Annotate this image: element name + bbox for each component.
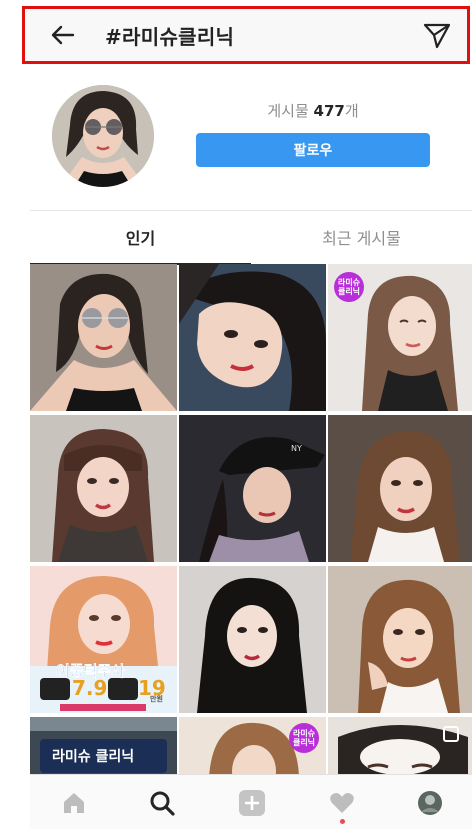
post-thumbnail[interactable] (179, 264, 326, 411)
post-thumbnail[interactable]: 라미슈 클리닉 (328, 264, 472, 411)
post-tabs: 인기 최근 게시물 (30, 210, 472, 265)
back-button[interactable] (45, 17, 81, 53)
post-thumbnail[interactable]: 라미슈 클리닉 (179, 717, 326, 774)
heart-icon (330, 793, 354, 813)
nav-new-post[interactable] (232, 783, 272, 823)
add-post-icon (239, 790, 265, 816)
clinic-badge: 라미슈 클리닉 (289, 723, 319, 753)
tab-recent[interactable]: 최근 게시물 (251, 211, 472, 263)
nav-home[interactable] (54, 783, 94, 823)
notification-dot (340, 819, 345, 824)
bottom-nav (30, 774, 472, 829)
share-button[interactable] (421, 21, 453, 51)
post-thumbnail[interactable] (328, 566, 472, 713)
clinic-logo-text: 라미슈 클리닉 (52, 749, 135, 765)
svg-text:NY: NY (291, 444, 302, 453)
nav-activity[interactable] (322, 783, 362, 823)
profile-avatar-icon (418, 791, 442, 815)
posts-label: 게시물 (267, 102, 314, 120)
nav-search[interactable] (142, 783, 182, 823)
post-thumbnail[interactable] (328, 415, 472, 562)
posts-count-text: 게시물 477개 (196, 100, 430, 121)
post-thumbnail[interactable]: 라미슈 클리닉 (30, 717, 177, 774)
hashtag-avatar (52, 85, 154, 187)
clinic-badge: 라미슈 클리닉 (334, 272, 364, 302)
send-icon (423, 23, 451, 49)
post-thumbnail[interactable] (328, 717, 472, 774)
post-thumbnail[interactable] (30, 415, 177, 562)
search-icon (150, 791, 175, 816)
home-icon (64, 793, 84, 813)
nav-profile[interactable] (410, 783, 450, 823)
hashtag-title: #라미슈클리닉 (105, 24, 235, 49)
ad-unit: 만원 (150, 695, 163, 703)
post-thumbnail[interactable]: NY (179, 415, 326, 562)
post-thumbnail[interactable] (30, 264, 177, 411)
posts-suffix: 개 (344, 102, 359, 120)
post-thumbnail[interactable] (179, 566, 326, 713)
post-thumbnail[interactable]: 이중턱주사 7.9 19 만원 (30, 566, 177, 713)
tab-top[interactable]: 인기 (30, 211, 251, 265)
follow-button[interactable]: 팔로우 (196, 133, 430, 167)
back-arrow-icon (51, 25, 75, 45)
ad-price-1: 7.9 (72, 676, 108, 700)
posts-count: 477 (313, 102, 345, 120)
post-grid: 라미슈 클리닉 NY 이중턱주사 7.9 19 만원 라미슈 클리닉 라미슈 클… (30, 264, 472, 774)
hashtag-header: #라미슈클리닉 (22, 6, 470, 64)
hashtag-profile: 게시물 477개 팔로우 (30, 70, 472, 200)
